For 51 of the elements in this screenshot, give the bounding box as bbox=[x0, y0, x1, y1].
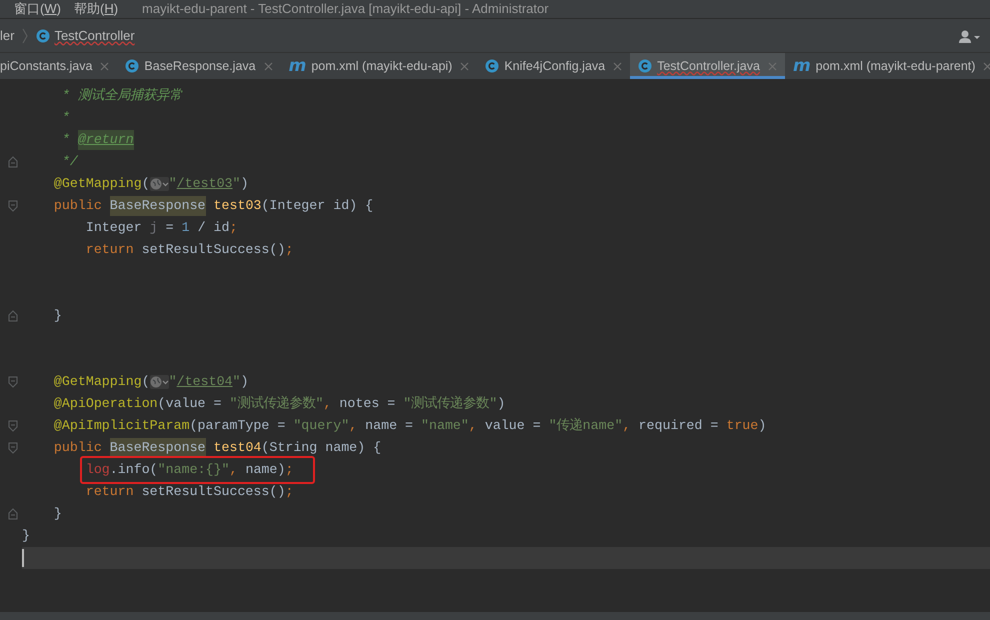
code-line: } bbox=[22, 527, 30, 546]
fold-marker-icon[interactable] bbox=[8, 310, 18, 322]
fold-marker-icon[interactable] bbox=[8, 200, 18, 212]
code-line: public BaseResponse test03(Integer id) { bbox=[22, 196, 374, 216]
code-line: public BaseResponse test04(String name) { bbox=[22, 438, 382, 458]
text-caret bbox=[22, 549, 24, 567]
close-icon[interactable] bbox=[264, 62, 273, 70]
code-line: } bbox=[52, 505, 62, 524]
close-icon[interactable] bbox=[983, 62, 990, 70]
editor-tab[interactable]: piConstants.java bbox=[0, 53, 118, 79]
fold-marker-icon[interactable] bbox=[8, 156, 18, 168]
code-line: Integer j = 1 / id; bbox=[84, 219, 238, 238]
code-line: @GetMapping( "/test03") bbox=[52, 175, 248, 194]
close-icon[interactable] bbox=[100, 62, 110, 70]
code-line: @GetMapping( "/test04") bbox=[52, 373, 248, 392]
editor-tab[interactable]: TestController.java bbox=[630, 53, 785, 79]
fold-marker-icon[interactable] bbox=[8, 508, 18, 520]
code-line: return setResultSuccess(); bbox=[84, 241, 294, 260]
editor-tab[interactable]: m pom.xml (mayikt-edu-parent) bbox=[784, 53, 990, 79]
editor-tab[interactable]: BaseResponse.java bbox=[117, 53, 281, 79]
window-title: mayikt-edu-parent - TestController.java [mayikt-edu-api] - Administrator bbox=[142, 0, 549, 18]
breadcrumb[interactable]: TestController bbox=[54, 26, 135, 46]
chevron-icon bbox=[22, 28, 28, 44]
globe-icon[interactable] bbox=[150, 177, 169, 191]
menu-item[interactable]: 帮助(H) bbox=[74, 0, 118, 19]
code-line: return setResultSuccess(); bbox=[84, 483, 294, 502]
code-line: log.info("name:{}", name); bbox=[84, 461, 294, 480]
maven-icon: m bbox=[792, 58, 811, 74]
user-icon[interactable] bbox=[958, 28, 980, 42]
close-icon[interactable] bbox=[460, 62, 470, 70]
fold-marker-icon[interactable] bbox=[8, 442, 18, 454]
menu-item[interactable]: 窗口(W) bbox=[14, 0, 61, 19]
class-icon bbox=[485, 59, 500, 73]
code-line: @ApiOperation(value = "测试传递参数", notes = "测试传递参数") bbox=[52, 394, 506, 414]
editor-tab[interactable]: Knife4jConfig.java bbox=[477, 53, 630, 79]
fold-marker-icon[interactable] bbox=[8, 376, 18, 388]
close-icon[interactable] bbox=[768, 62, 777, 70]
class-icon bbox=[125, 59, 140, 73]
fold-marker-icon[interactable] bbox=[8, 420, 18, 432]
code-line: @ApiImplicitParam(paramType = "query", name = "name", value = "传递name", required = true) bbox=[52, 416, 766, 436]
breadcrumb[interactable]: ler bbox=[0, 26, 14, 46]
class-icon bbox=[36, 28, 50, 42]
class-icon bbox=[638, 59, 652, 73]
code-line: * bbox=[60, 109, 70, 128]
code-line: } bbox=[52, 307, 62, 326]
code-line: * 测试全局捕获异常 bbox=[60, 87, 182, 106]
editor-tab[interactable]: m pom.xml (mayikt-edu-api) bbox=[280, 53, 478, 79]
close-icon[interactable] bbox=[613, 62, 622, 70]
code-line: */ bbox=[60, 153, 78, 172]
maven-icon: m bbox=[288, 58, 306, 74]
globe-icon[interactable] bbox=[150, 375, 169, 389]
